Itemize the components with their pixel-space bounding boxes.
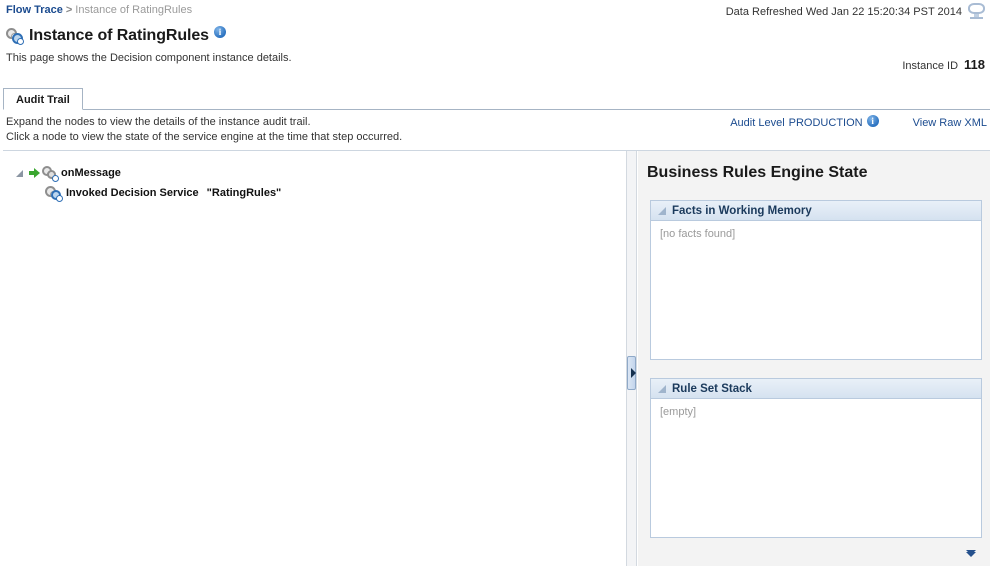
- page-root: Flow Trace > Instance of RatingRules Data …: [0, 0, 993, 568]
- page-subtitle: This page shows the Decision component i…: [6, 52, 292, 64]
- panel-facts-in-working-memory: Facts in Working Memory [no facts found]: [650, 200, 982, 360]
- data-refreshed-area: Data Refreshed Wed Jan 22 15:20:34 PST 2…: [726, 3, 987, 20]
- instructions-line-1: Expand the nodes to view the details of …: [6, 116, 311, 128]
- panel-body: [no facts found]: [650, 220, 982, 360]
- breadcrumb-separator: >: [65, 4, 73, 16]
- decision-service-icon: [45, 185, 63, 202]
- panel-rule-set-stack: Rule Set Stack [empty]: [650, 378, 982, 538]
- audit-toolbar: Audit Level PRODUCTION i View Raw XML: [730, 115, 987, 129]
- instance-id-area: Instance ID 118: [902, 57, 985, 72]
- view-raw-xml-link[interactable]: View Raw XML: [913, 117, 987, 129]
- panel-empty-text: [empty]: [660, 406, 697, 418]
- panel-empty-text: [no facts found]: [660, 228, 736, 240]
- instructions-line-2: Click a node to view the state of the se…: [6, 131, 403, 143]
- engine-state-title: Business Rules Engine State: [647, 164, 868, 181]
- audit-level-label[interactable]: Audit Level: [730, 117, 784, 129]
- decision-component-icon: [6, 28, 24, 45]
- instance-id-label: Instance ID: [902, 60, 959, 72]
- data-refreshed-text: Data Refreshed Wed Jan 22 15:20:34 PST 2…: [725, 5, 962, 18]
- main-split-area: onMessage Invoked Decision Service "Rati…: [3, 150, 990, 566]
- triangle-expanded-icon[interactable]: [658, 384, 666, 393]
- breadcrumb-current: Instance of RatingRules: [75, 4, 193, 16]
- tree-node-onmessage[interactable]: onMessage: [15, 163, 626, 183]
- green-arrow-icon: [29, 167, 41, 179]
- tree-node-invoked-decision-service[interactable]: Invoked Decision Service "RatingRules": [15, 183, 626, 203]
- audit-trail-tree: onMessage Invoked Decision Service "Rati…: [3, 151, 626, 203]
- tabbar: Audit Trail: [3, 88, 990, 110]
- page-title: Instance of RatingRules: [29, 27, 209, 44]
- panel-header[interactable]: Rule Set Stack: [650, 378, 982, 398]
- page-title-row: Instance of RatingRules i: [6, 26, 226, 45]
- panel-header[interactable]: Facts in Working Memory: [650, 200, 982, 220]
- tab-audit-trail[interactable]: Audit Trail: [3, 88, 83, 110]
- breadcrumb: Flow Trace > Instance of RatingRules: [6, 3, 192, 17]
- pane-splitter[interactable]: [627, 151, 637, 566]
- triangle-expanded-icon[interactable]: [15, 167, 27, 179]
- panel-title: Rule Set Stack: [672, 382, 752, 395]
- gear-icon: [42, 166, 59, 182]
- breadcrumb-link-flow-trace[interactable]: Flow Trace: [6, 4, 63, 16]
- info-icon[interactable]: i: [213, 26, 226, 38]
- collapse-right-arrow-icon[interactable]: [627, 356, 636, 390]
- double-chevron-down-icon[interactable]: [964, 550, 978, 564]
- instructions: Expand the nodes to view the details of …: [6, 115, 402, 145]
- audit-level-value[interactable]: PRODUCTION: [789, 117, 863, 129]
- tree-node-label[interactable]: Invoked Decision Service: [66, 187, 199, 199]
- business-rules-engine-state-pane: Business Rules Engine State Facts in Wor…: [638, 151, 990, 566]
- tree-node-argument: "RatingRules": [206, 187, 282, 199]
- panel-body: [empty]: [650, 398, 982, 538]
- panel-title: Facts in Working Memory: [672, 204, 812, 217]
- monitor-icon[interactable]: [967, 3, 987, 20]
- instance-id-value: 118: [964, 57, 985, 72]
- triangle-expanded-icon[interactable]: [658, 206, 666, 215]
- tree-node-label[interactable]: onMessage: [61, 167, 121, 179]
- audit-level-info-icon[interactable]: i: [866, 115, 879, 127]
- audit-trail-tree-pane: onMessage Invoked Decision Service "Rati…: [3, 151, 627, 566]
